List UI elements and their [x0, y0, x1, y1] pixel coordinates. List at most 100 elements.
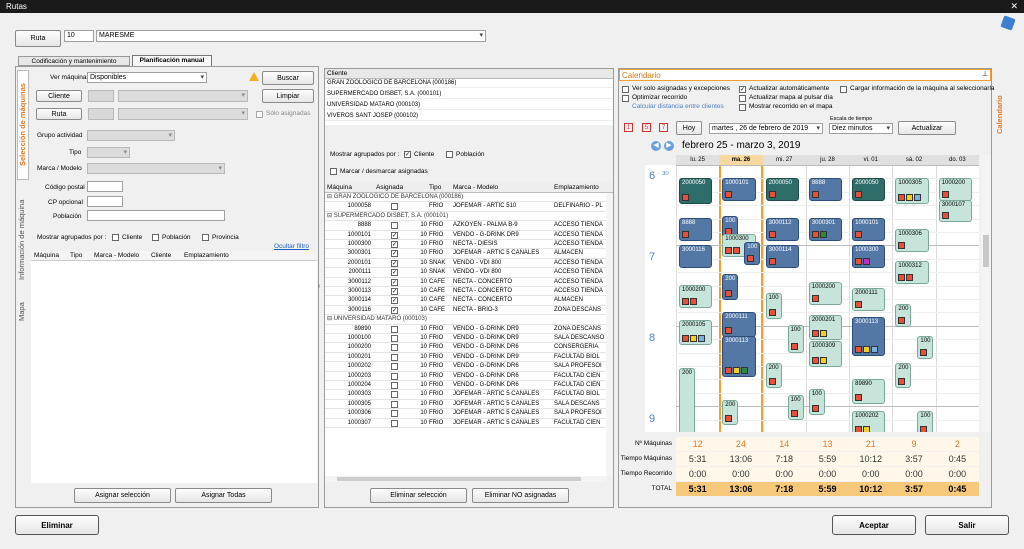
pin-icon[interactable]: ⊥: [982, 70, 988, 78]
ver-solo-asignadas-checkbox[interactable]: [622, 86, 629, 93]
route-event[interactable]: 200: [765, 362, 782, 388]
route-event[interactable]: 2000050: [852, 178, 886, 202]
aceptar-button[interactable]: Aceptar: [832, 515, 916, 535]
route-event[interactable]: 1000312: [895, 261, 929, 284]
table-row[interactable]: 3000114 ✓ 10 CAFE NECTA - CONCERTO ALMACEN: [325, 296, 606, 306]
assigned-checkbox[interactable]: [391, 222, 398, 230]
poblacion-field[interactable]: [87, 210, 225, 221]
table-row[interactable]: 1000204 10 FRIO VENDO - G-DRINK DR6 FACULTAD…: [325, 381, 606, 391]
machines-list[interactable]: [31, 261, 317, 483]
table-row[interactable]: 1000305 10 FRIO JOFEMAR - ARTIC 5 CANALES SA…: [325, 400, 606, 410]
assigned-checkbox[interactable]: ✓: [391, 231, 398, 239]
table-row[interactable]: 2000111 ✓ 10 SNAK VENDO - VDI 800 ACCESO TIEN…: [325, 268, 606, 278]
route-event[interactable]: 3000116: [679, 245, 713, 268]
cp-opcional-field[interactable]: [87, 196, 123, 207]
route-event[interactable]: 100: [917, 335, 934, 359]
assigned-checkbox[interactable]: ✓: [391, 297, 398, 305]
tab-planificacion[interactable]: Planificación manual: [132, 55, 212, 66]
table-row[interactable]: 1000306 10 FRIO JOFEMAR - ARTIC 5 CANALES SA…: [325, 409, 606, 419]
tab-calendario[interactable]: Calendario: [995, 70, 1007, 160]
route-event[interactable]: 200: [722, 399, 739, 426]
tab-mapa[interactable]: Mapa: [17, 297, 29, 327]
eliminar-button[interactable]: Eliminar: [15, 515, 99, 535]
route-event[interactable]: 100: [787, 325, 804, 354]
table-row[interactable]: 1000101 ✓ 10 FRIO VENDO - G-DRINK DR9 ACCESO …: [325, 231, 606, 240]
assigned-checkbox[interactable]: ✓: [391, 288, 398, 295]
cliente-item[interactable]: SUPERMERCADO DISBET, S.A. (000101): [325, 90, 613, 100]
route-event[interactable]: 3000113: [722, 335, 756, 378]
table-row[interactable]: 1000203 10 FRIO VENDO - G-DRINK DR6 FACULTAD…: [325, 372, 606, 381]
route-event[interactable]: 1000305: [895, 178, 929, 204]
assigned-checkbox[interactable]: [391, 325, 398, 333]
calendar-vscroll[interactable]: [981, 155, 991, 432]
day-header[interactable]: mi. 27: [763, 155, 806, 165]
optimizar-checkbox[interactable]: [622, 95, 629, 102]
table-row[interactable]: 3000112 ✓ 10 CAFE NECTA - CONCERTO ACCESO TIE…: [325, 278, 606, 287]
route-event[interactable]: 1000200: [679, 285, 713, 308]
route-event[interactable]: 1000202: [852, 410, 886, 432]
route-event[interactable]: 1000306: [895, 229, 929, 252]
assigned-checkbox[interactable]: [391, 419, 398, 427]
asignar-todas-button[interactable]: Asignar Todas: [175, 488, 272, 503]
route-event[interactable]: 2000050: [679, 178, 713, 204]
group-row[interactable]: ⊟ UNIVERSIDAD MATARO (000103): [325, 315, 606, 325]
mid-agrupar-cliente-checkbox[interactable]: ✓: [404, 151, 411, 158]
table-row[interactable]: 1000300 ✓ 10 FRIO NECTA - DIESIS ACCESO TIEND…: [325, 240, 606, 250]
day-header[interactable]: ju. 28: [806, 155, 849, 165]
route-event[interactable]: 100: [765, 293, 782, 319]
group-row[interactable]: ⊟ SUPERMERCADO DISBET, S.A. (000101): [325, 211, 606, 222]
next-week-icon[interactable]: ▶: [664, 141, 674, 151]
ruta-number-field[interactable]: 10: [64, 30, 94, 42]
cliente-button[interactable]: Cliente: [36, 90, 82, 102]
assigned-checkbox[interactable]: ✓: [391, 306, 398, 314]
route-event[interactable]: 100: [917, 410, 934, 432]
table-row[interactable]: 1000100 10 FRIO VENDO - G-DRINK DR9 SALA DES…: [325, 334, 606, 344]
help-icon[interactable]: [1000, 15, 1016, 31]
table-row[interactable]: 1000307 10 FRIO JOFEMAR - ARTIC 5 CANALES FA…: [325, 419, 606, 428]
ruta-button[interactable]: Ruta: [15, 30, 61, 47]
route-event[interactable]: 1000300: [852, 245, 886, 268]
route-event[interactable]: 100: [808, 389, 825, 415]
route-event[interactable]: 3000113: [852, 317, 886, 356]
table-row[interactable]: 3000301 ✓ 10 FRIO JOFEMAR - ARTIC 5 CANALES A…: [325, 249, 606, 259]
mostrar-recorrido-checkbox[interactable]: [739, 104, 746, 111]
assigned-checkbox[interactable]: [391, 391, 398, 399]
route-event[interactable]: 2000111: [722, 311, 756, 338]
eliminar-no-asignadas-button[interactable]: Eliminar NO asignadas: [472, 488, 569, 503]
table-row[interactable]: 1000058 FRIO JOFEMAR - ARTIC 510 DELFINARIO…: [325, 202, 606, 212]
route-event[interactable]: 8888: [808, 178, 843, 202]
col-maquina[interactable]: Máquina: [34, 252, 59, 259]
grupo-select[interactable]: [87, 130, 175, 141]
col-tipo[interactable]: Tipo: [429, 184, 441, 191]
assigned-checkbox[interactable]: [391, 363, 398, 371]
route-event[interactable]: 3000114: [765, 245, 799, 268]
col-emplazamiento[interactable]: Emplazamiento: [184, 252, 229, 259]
cliente-item[interactable]: UNIVERSIDAD MATARO (000103): [325, 101, 613, 111]
assigned-checkbox[interactable]: ✓: [391, 250, 398, 258]
cliente-list[interactable]: GRAN ZOOLOGICO DE BARCELONA (000186) SUP…: [325, 79, 613, 125]
assigned-checkbox[interactable]: [391, 372, 398, 380]
ruta-filter-button[interactable]: Ruta: [36, 108, 82, 120]
group-row[interactable]: ⊟ GRAN ZOOLOGICO DE BARCELONA (000186): [325, 193, 606, 203]
assigned-checkbox[interactable]: ✓: [391, 259, 398, 267]
day-header[interactable]: do. 03: [936, 155, 979, 165]
ruta-name-select[interactable]: MARESME: [96, 30, 486, 42]
route-event[interactable]: 2000105: [679, 319, 713, 346]
assigned-checkbox[interactable]: ✓: [391, 278, 398, 286]
marca-select[interactable]: [87, 163, 225, 174]
route-event[interactable]: 2000111: [852, 287, 886, 311]
route-event[interactable]: 1000101: [852, 218, 886, 242]
table-row[interactable]: 1000202 10 FRIO VENDO - G-DRINK DR6 SALA PRO…: [325, 362, 606, 372]
hoy-button[interactable]: Hoy: [676, 121, 702, 135]
table-row[interactable]: 3000116 ✓ 10 CAFE NECTA - BRIO-3 ZONA DESCANS: [325, 306, 606, 316]
cliente-item[interactable]: GRAN ZOOLOGICO DE BARCELONA (000186): [325, 79, 613, 89]
eliminar-seleccion-button[interactable]: Eliminar selección: [370, 488, 467, 503]
assigned-checkbox[interactable]: ✓: [391, 269, 398, 277]
tipo-select[interactable]: [87, 147, 130, 158]
agrupar-provincia-checkbox[interactable]: [202, 234, 209, 241]
day-header[interactable]: lu. 25: [676, 155, 719, 165]
salir-button[interactable]: Salir: [925, 515, 1009, 535]
route-table[interactable]: ⊟ GRAN ZOOLOGICO DE BARCELONA (000186) 10…: [325, 193, 606, 476]
assigned-checkbox[interactable]: [391, 410, 398, 418]
asignar-seleccion-button[interactable]: Asignar selección: [74, 488, 171, 503]
